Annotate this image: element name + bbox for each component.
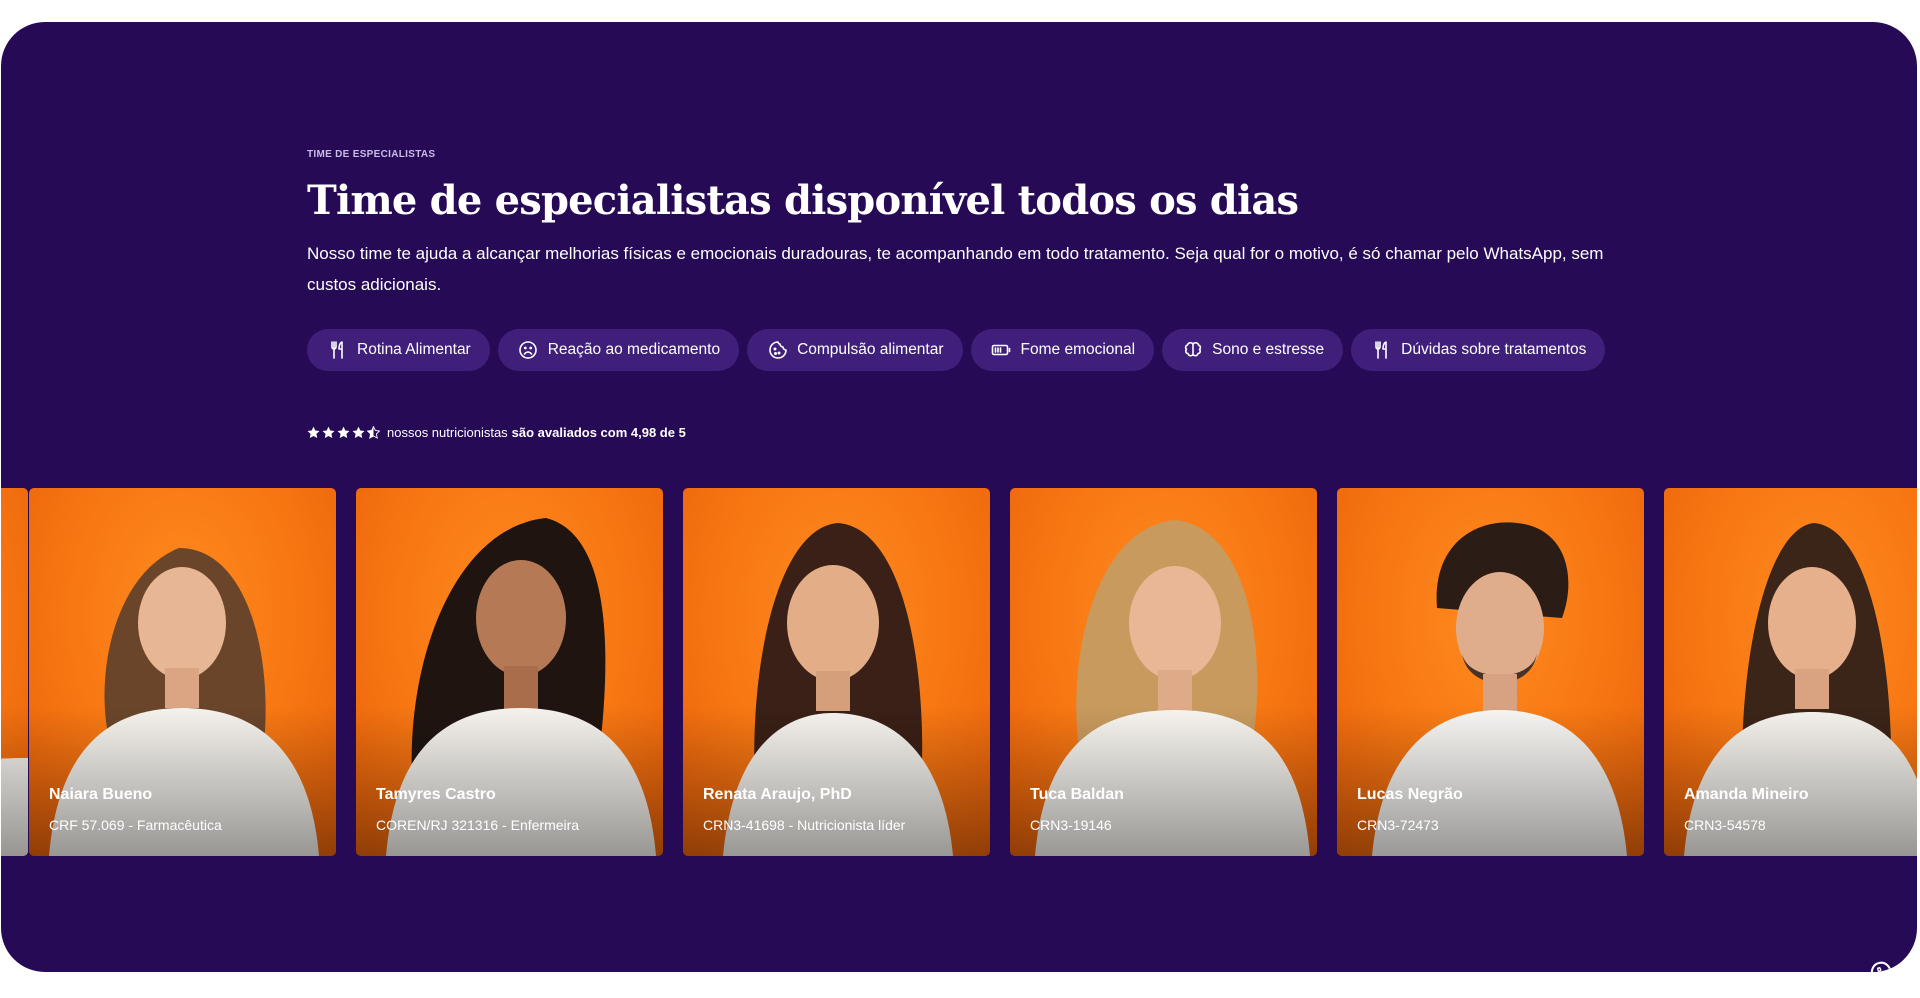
chip-compulsao-alimentar[interactable]: Compulsão alimentar xyxy=(747,329,963,371)
section-eyebrow: TIME DE ESPECIALISTAS xyxy=(307,149,436,160)
specialist-credential: CRN3-72473 xyxy=(1357,817,1439,833)
specialist-card[interactable]: Lucas Negrão CRN3-72473 xyxy=(1337,488,1644,856)
specialist-name: Tamyres Castro xyxy=(376,786,496,803)
brain-icon xyxy=(1182,340,1203,361)
star-icon xyxy=(337,426,350,439)
chip-duvidas-tratamentos[interactable]: Dúvidas sobre tratamentos xyxy=(1351,329,1606,371)
section-title: Time de especialistas disponível todos o… xyxy=(307,177,1299,224)
specialists-carousel[interactable]: Naiara Bueno CRF 57.069 - Farmacêutica T… xyxy=(1,488,1917,856)
chip-rotina-alimentar[interactable]: Rotina Alimentar xyxy=(307,329,490,371)
specialist-credential: CRN3-41698 - Nutricionista líder xyxy=(703,817,906,833)
chip-label: Reação ao medicamento xyxy=(547,341,721,358)
battery-icon xyxy=(991,340,1012,361)
rating-score: são avaliados com 4,98 de 5 xyxy=(511,425,686,440)
half-star-icon xyxy=(367,426,380,439)
specialist-card[interactable]: Tamyres Castro COREN/RJ 321316 - Enferme… xyxy=(356,488,663,856)
fork-knife-icon xyxy=(1371,340,1392,361)
specialist-card[interactable]: Tuca Baldan CRN3-19146 xyxy=(1010,488,1317,856)
chip-label: Compulsão alimentar xyxy=(797,341,944,358)
specialist-card[interactable]: Naiara Bueno CRF 57.069 - Farmacêutica xyxy=(29,488,336,856)
specialist-name: Naiara Bueno xyxy=(49,786,153,803)
specialist-card-partial[interactable] xyxy=(1,488,28,856)
specialist-credential: CRN3-54578 xyxy=(1684,817,1766,833)
star-icon xyxy=(322,426,335,439)
fork-knife-icon xyxy=(327,340,348,361)
rating-stars xyxy=(307,426,380,439)
chip-label: Rotina Alimentar xyxy=(357,341,471,358)
specialist-card[interactable]: Renata Araujo, PhD CRN3-41698 - Nutricio… xyxy=(683,488,990,856)
rating-line: nossos nutricionistas são avaliados com … xyxy=(307,425,686,440)
section-description: Nosso time te ajuda a alcançar melhorias… xyxy=(307,244,1604,294)
specialist-credential: CRF 57.069 - Farmacêutica xyxy=(49,817,222,833)
specialist-card[interactable]: Amanda Mineiro CRN3-54578 xyxy=(1664,488,1917,856)
chip-label: Sono e estresse xyxy=(1212,341,1325,358)
whatsapp-icon xyxy=(1870,961,1892,972)
chip-fome-emocional[interactable]: Fome emocional xyxy=(970,329,1155,371)
rating-text: nossos nutricionistas xyxy=(387,425,508,440)
whatsapp-button[interactable] xyxy=(1855,946,1907,972)
specialist-name: Renata Araujo, PhD xyxy=(703,786,852,803)
star-icon xyxy=(352,426,365,439)
topic-chips: Rotina Alimentar Reação ao medicamento C… xyxy=(307,329,1606,371)
chip-sono-estresse[interactable]: Sono e estresse xyxy=(1162,329,1344,371)
chip-reacao-medicamento[interactable]: Reação ao medicamento xyxy=(497,329,740,371)
specialist-name: Tuca Baldan xyxy=(1030,786,1124,803)
specialist-credential: COREN/RJ 321316 - Enfermeira xyxy=(376,817,580,833)
chip-label: Dúvidas sobre tratamentos xyxy=(1401,341,1587,358)
specialist-name: Lucas Negrão xyxy=(1357,786,1463,803)
specialist-credential: CRN3-19146 xyxy=(1030,817,1112,833)
specialists-section: TIME DE ESPECIALISTAS Time de especialis… xyxy=(1,22,1917,972)
cookie-icon xyxy=(767,340,788,361)
chip-label: Fome emocional xyxy=(1020,341,1136,358)
specialist-name: Amanda Mineiro xyxy=(1684,786,1809,803)
sad-face-icon xyxy=(518,340,539,361)
star-icon xyxy=(307,426,320,439)
